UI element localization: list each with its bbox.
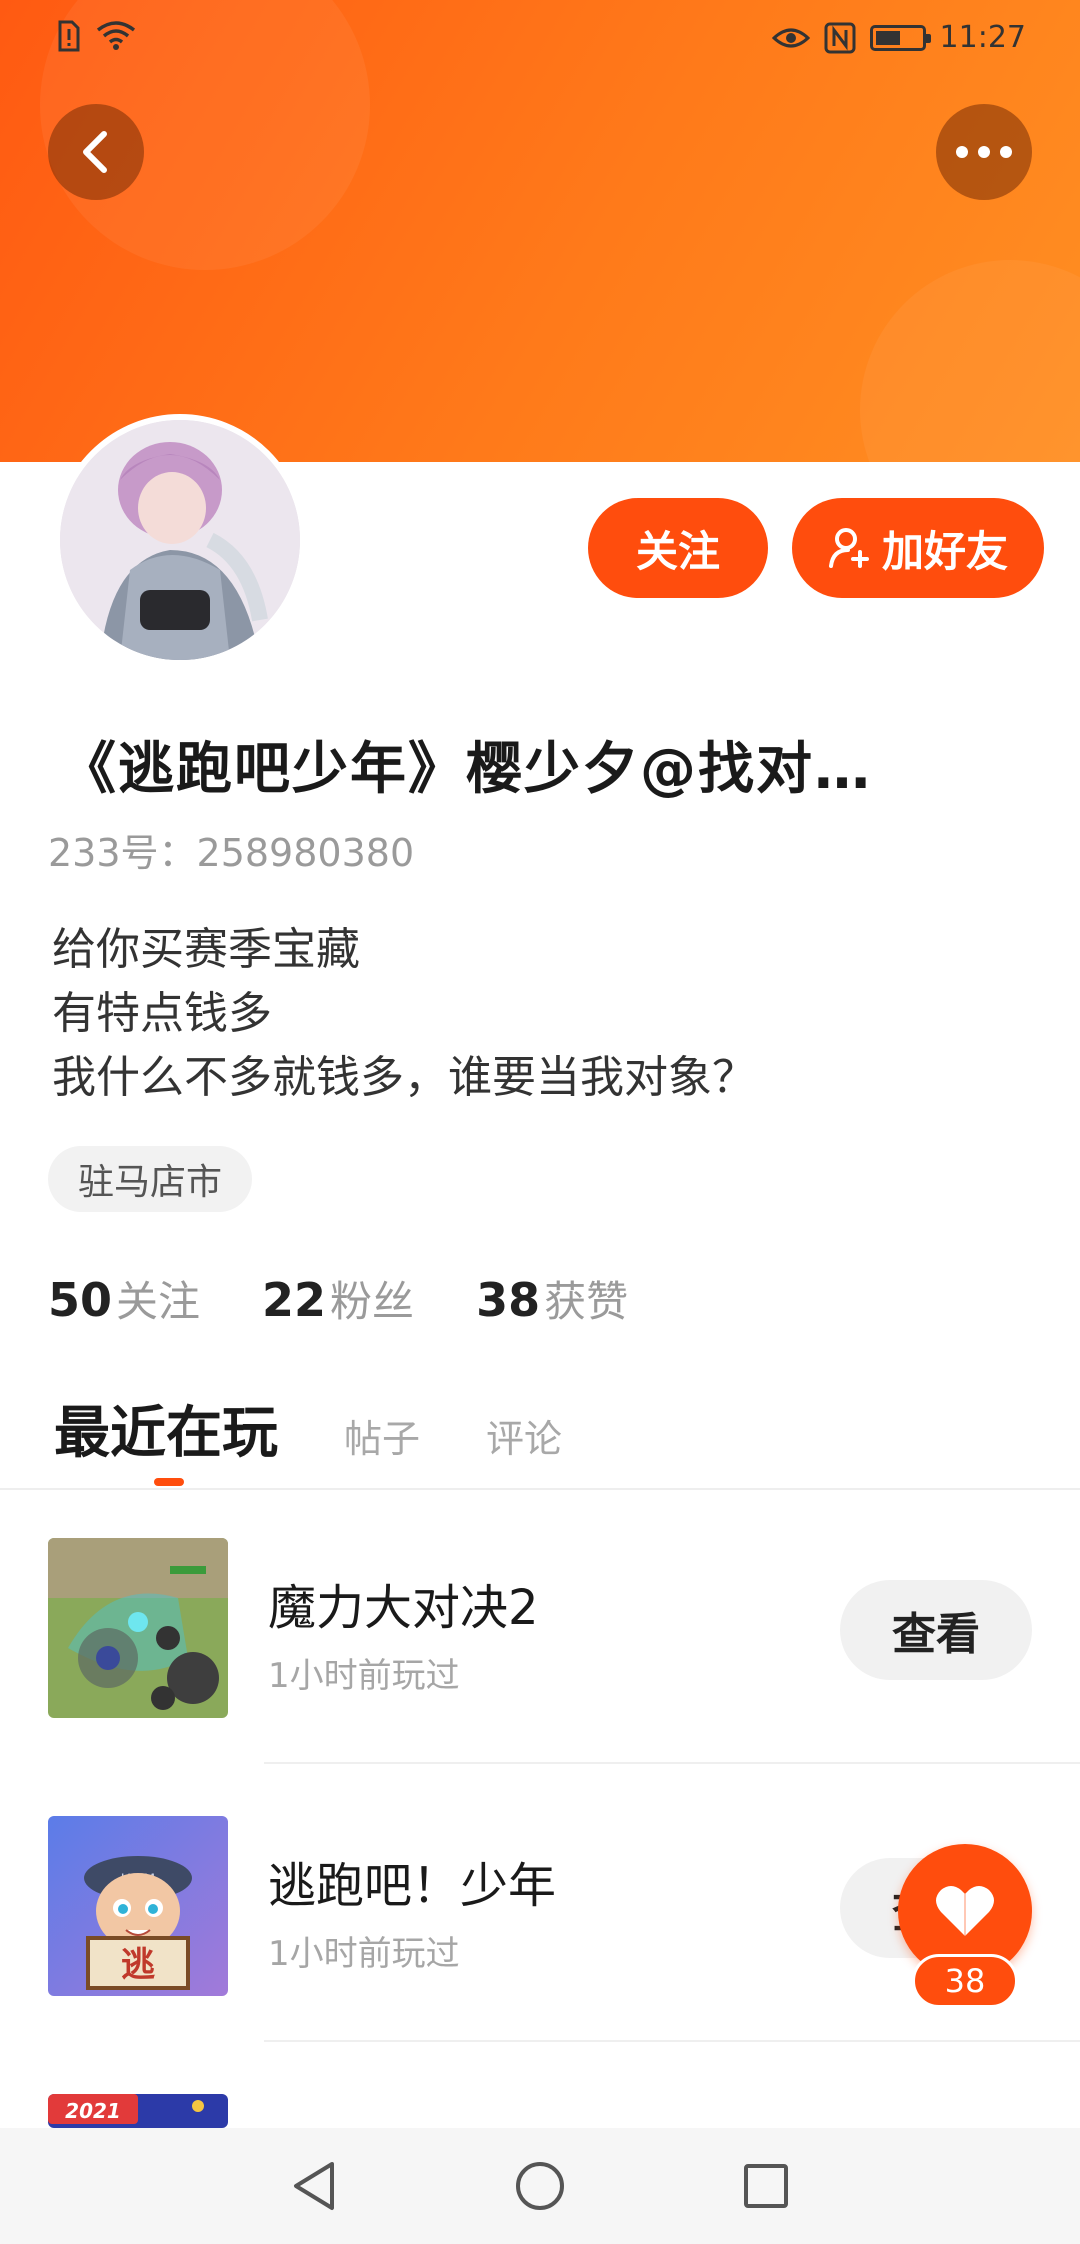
stat-following[interactable]: 50关注 (48, 1268, 200, 1329)
battery-icon (869, 24, 931, 51)
follow-button[interactable]: 关注 (588, 498, 768, 598)
home-circle-icon[interactable] (514, 2160, 566, 2212)
stat-label: 获赞 (544, 1277, 629, 1326)
game-thumbnail: 2021 (48, 2094, 228, 2128)
stat-value: 22 (262, 1273, 327, 1327)
game-name: 魔力大对决2 (268, 1580, 539, 1636)
game-played-time: 1小时前玩过 (268, 1656, 460, 1696)
recents-square-icon[interactable] (742, 2162, 790, 2210)
tab-comments[interactable]: 评论 (486, 1408, 562, 1463)
thumbnail-badge-text: 逃 (121, 1945, 155, 1985)
status-bar: 11:27 (0, 0, 1080, 80)
stat-label: 关注 (116, 1277, 201, 1326)
view-game-button[interactable]: 查看 (840, 1580, 1032, 1680)
stat-label: 粉丝 (330, 1277, 415, 1326)
add-friend-button-label: 加好友 (881, 526, 1008, 576)
avatar[interactable] (54, 414, 306, 666)
heart-icon (936, 1886, 994, 1936)
back-button[interactable] (48, 104, 144, 200)
add-friend-button[interactable]: 加好友 (792, 498, 1044, 598)
profile-tabs: 最近在玩 帖子 评论 (54, 1388, 562, 1469)
stat-value: 50 (48, 1273, 113, 1327)
like-count-badge: 38 (912, 1954, 1018, 2008)
bio-line: 我什么不多就钱多，谁要当我对象？ (52, 1052, 756, 1103)
game-thumbnail: UMM 逃 (48, 1816, 228, 1996)
stat-fans[interactable]: 22粉丝 (262, 1268, 414, 1329)
profile-bio: 给你买赛季宝藏 有特点钱多 我什么不多就钱多，谁要当我对象？ (52, 918, 756, 1110)
status-time: 11:27 (939, 20, 1026, 55)
nfc-icon (824, 22, 856, 53)
game-name: 逃跑吧！少年 (268, 1858, 557, 1914)
divider (264, 2040, 1080, 2042)
location-tag: 驻马店市 (48, 1146, 253, 1212)
profile-uid: 233号：258980380 (48, 831, 415, 875)
game-list-item[interactable]: 魔力大对决2 1小时前玩过 查看 (0, 1538, 1080, 1818)
stat-value: 38 (476, 1273, 541, 1327)
game-played-time: 1小时前玩过 (268, 1934, 460, 1974)
stat-likes[interactable]: 38获赞 (476, 1268, 628, 1329)
follow-button-label: 关注 (635, 526, 720, 576)
game-thumbnail (48, 1538, 228, 1718)
tab-recently-played[interactable]: 最近在玩 (54, 1388, 278, 1469)
wifi-icon (96, 21, 136, 50)
profile-stats: 50关注 22粉丝 38获赞 (48, 1268, 628, 1329)
thumbnail-badge-text: 2021 (65, 2099, 121, 2123)
sim-alert-icon (58, 20, 80, 52)
active-tab-indicator (154, 1478, 184, 1486)
avatar-illustration (60, 420, 300, 660)
bio-line: 有特点钱多 (52, 988, 272, 1039)
more-button[interactable] (936, 104, 1032, 200)
back-triangle-icon[interactable] (290, 2160, 338, 2212)
chevron-left-icon (83, 131, 107, 173)
divider (0, 1488, 1080, 1490)
bio-line: 给你买赛季宝藏 (52, 924, 360, 975)
more-dots-icon (956, 146, 1012, 158)
divider (264, 1762, 1080, 1764)
eye-comfort-icon (771, 28, 810, 47)
game-list-item[interactable]: 2021 (0, 2094, 1080, 2128)
profile-nickname: 《逃跑吧少年》樱少夕@找对… (60, 737, 872, 802)
tab-posts[interactable]: 帖子 (344, 1408, 420, 1463)
add-user-icon (828, 528, 869, 568)
system-navigation-bar (0, 2128, 1080, 2244)
